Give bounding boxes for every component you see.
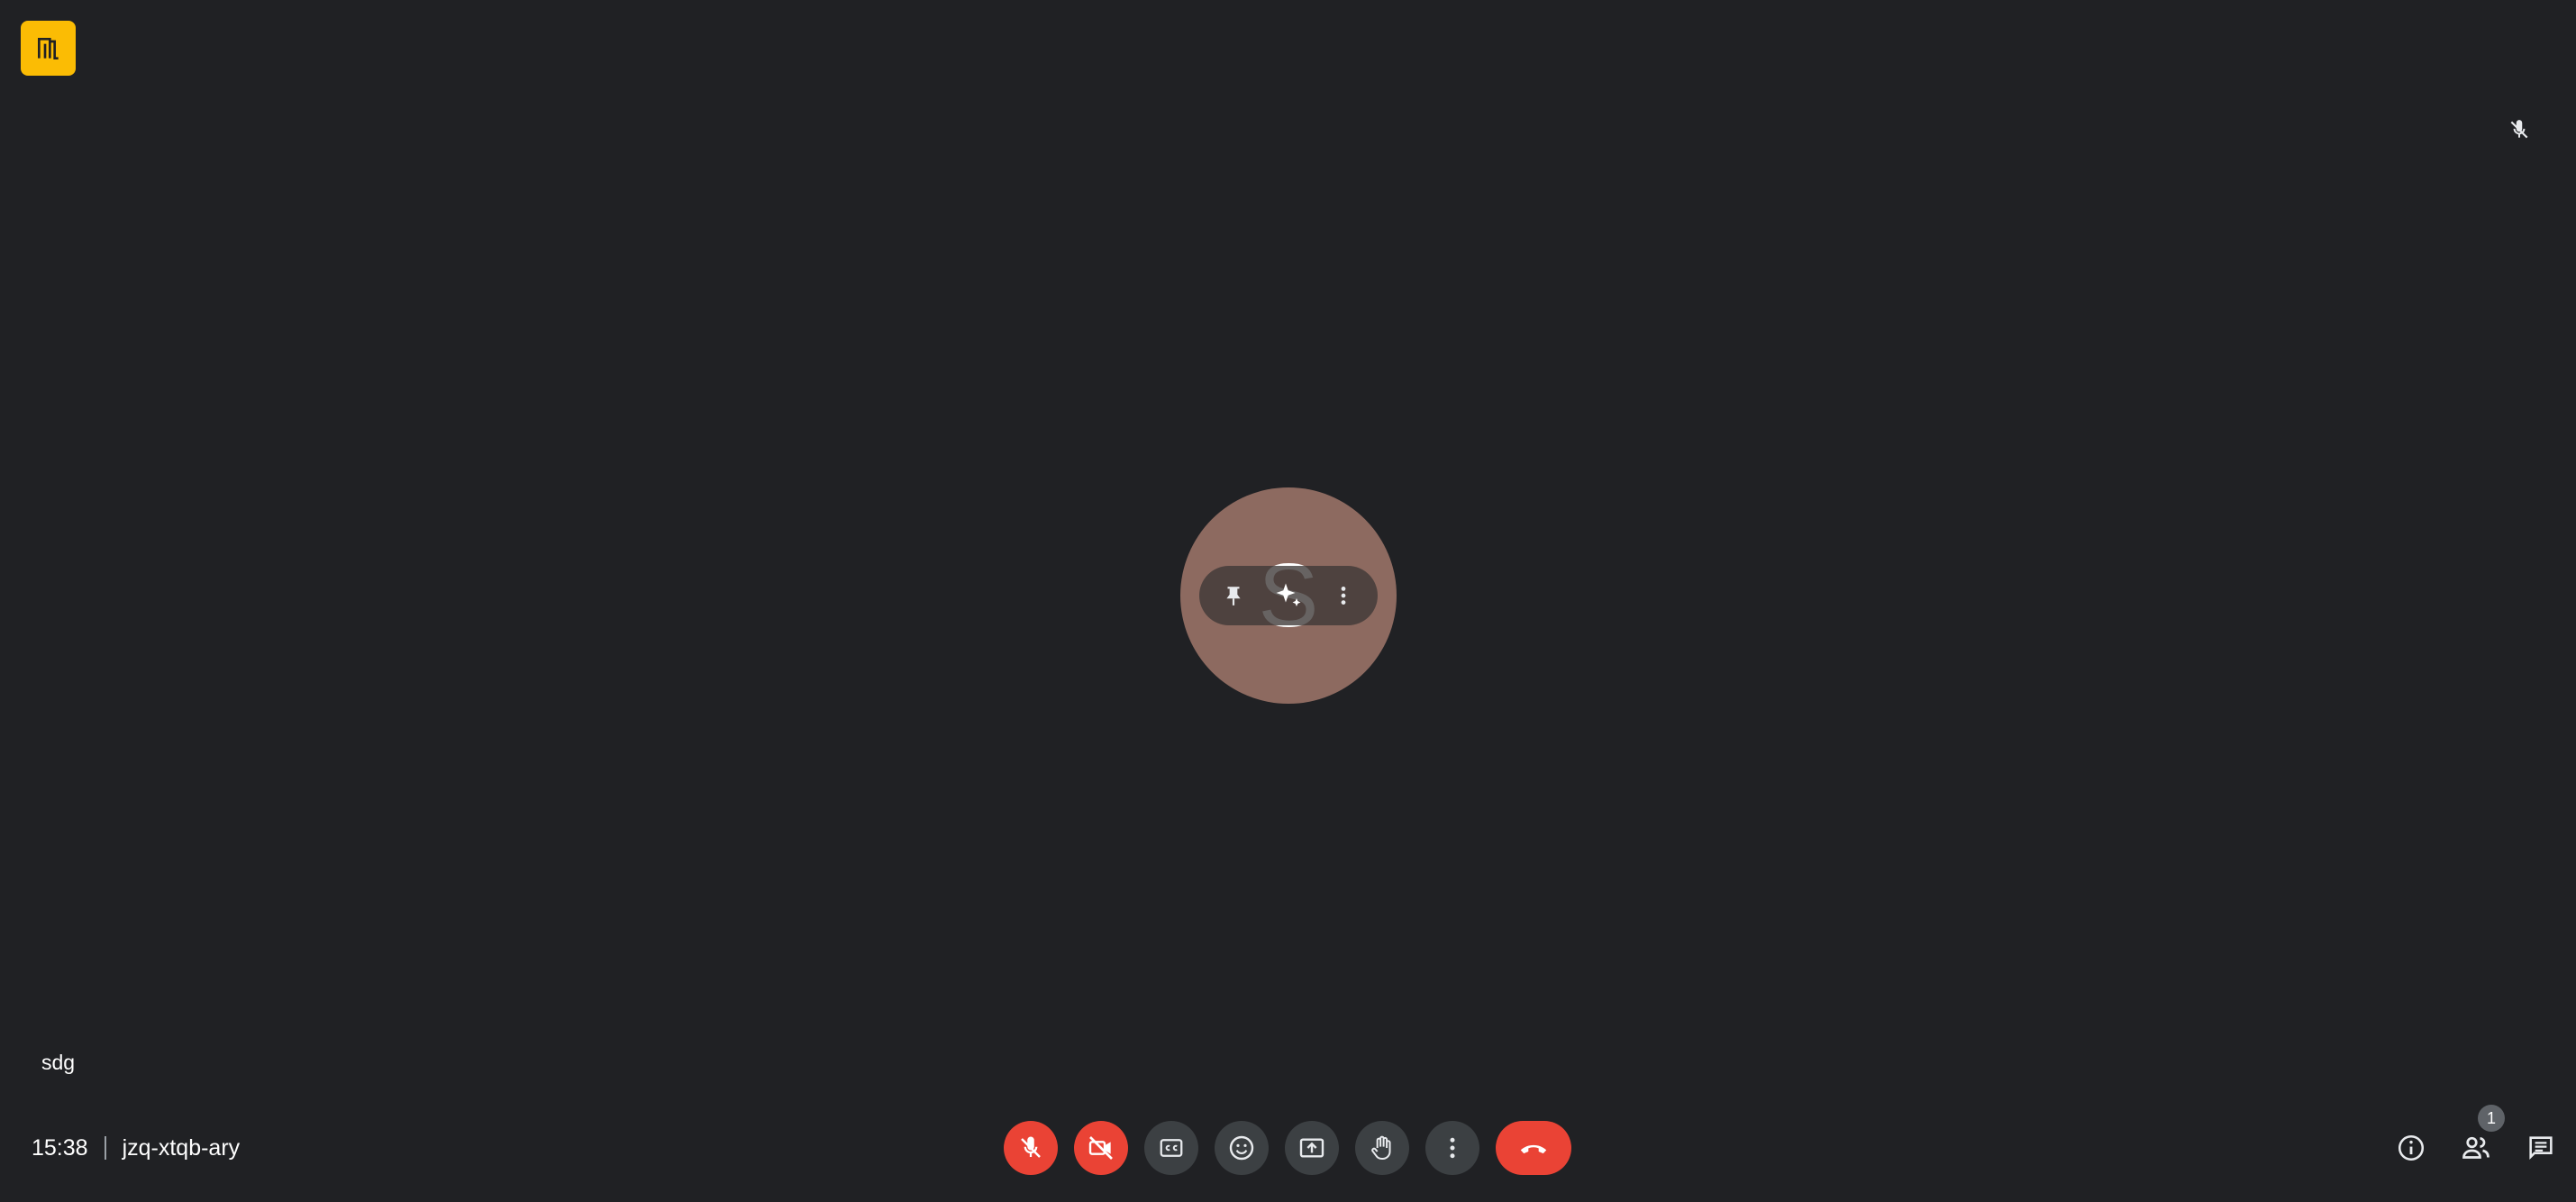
more-options-button[interactable] <box>1425 1121 1479 1175</box>
raise-hand-icon <box>1371 1135 1391 1160</box>
closed-caption-icon <box>1160 1139 1183 1157</box>
meeting-time: 15:38 <box>32 1134 88 1161</box>
pin-button[interactable] <box>1215 578 1252 614</box>
reactions-button[interactable] <box>1215 1121 1269 1175</box>
door-icon <box>37 37 59 59</box>
chat-icon <box>2529 1136 2553 1160</box>
side-panel-controls: 1 <box>2371 1105 2566 1175</box>
raise-hand-button[interactable] <box>1355 1121 1409 1175</box>
visual-effects-button[interactable] <box>1270 578 1306 614</box>
sparkle-icon <box>1276 583 1301 606</box>
chat-button[interactable] <box>2516 1121 2566 1175</box>
info-icon <box>2398 1134 2425 1161</box>
call-end-icon <box>1520 1144 1547 1154</box>
pin-icon <box>1226 587 1241 606</box>
tile-actions-bar <box>1199 566 1378 625</box>
more-vert-icon <box>1341 587 1346 605</box>
people-icon <box>2462 1136 2490 1159</box>
mic-off-icon <box>2510 120 2528 139</box>
divider <box>104 1136 106 1160</box>
call-controls <box>1004 1121 1571 1175</box>
meeting-details-button[interactable] <box>2386 1121 2436 1175</box>
people-button[interactable]: 1 <box>2451 1105 2505 1175</box>
meeting-code: jzq-xtqb-ary <box>122 1134 241 1161</box>
app-logo <box>21 21 76 76</box>
participant-count-badge: 1 <box>2478 1105 2505 1132</box>
videocam-off-icon <box>1088 1136 1113 1160</box>
participant-name: sdg <box>41 1051 76 1074</box>
microphone-toggle-button[interactable] <box>1004 1121 1058 1175</box>
more-vert-icon <box>1450 1137 1455 1159</box>
meeting-details: 15:38 jzq-xtqb-ary <box>32 1131 240 1165</box>
leave-call-button[interactable] <box>1496 1121 1571 1175</box>
meeting-stage: S sdg 15:38 jzq-xtqb-ary <box>0 0 2576 1202</box>
camera-toggle-button[interactable] <box>1074 1121 1128 1175</box>
mic-off-icon <box>1021 1136 1041 1158</box>
captions-button[interactable] <box>1144 1121 1198 1175</box>
present-screen-icon <box>1299 1138 1324 1158</box>
tile-more-options-button[interactable] <box>1325 578 1361 614</box>
emoji-icon <box>1229 1135 1254 1161</box>
participant-muted-indicator <box>2505 115 2534 144</box>
present-screen-button[interactable] <box>1285 1121 1339 1175</box>
